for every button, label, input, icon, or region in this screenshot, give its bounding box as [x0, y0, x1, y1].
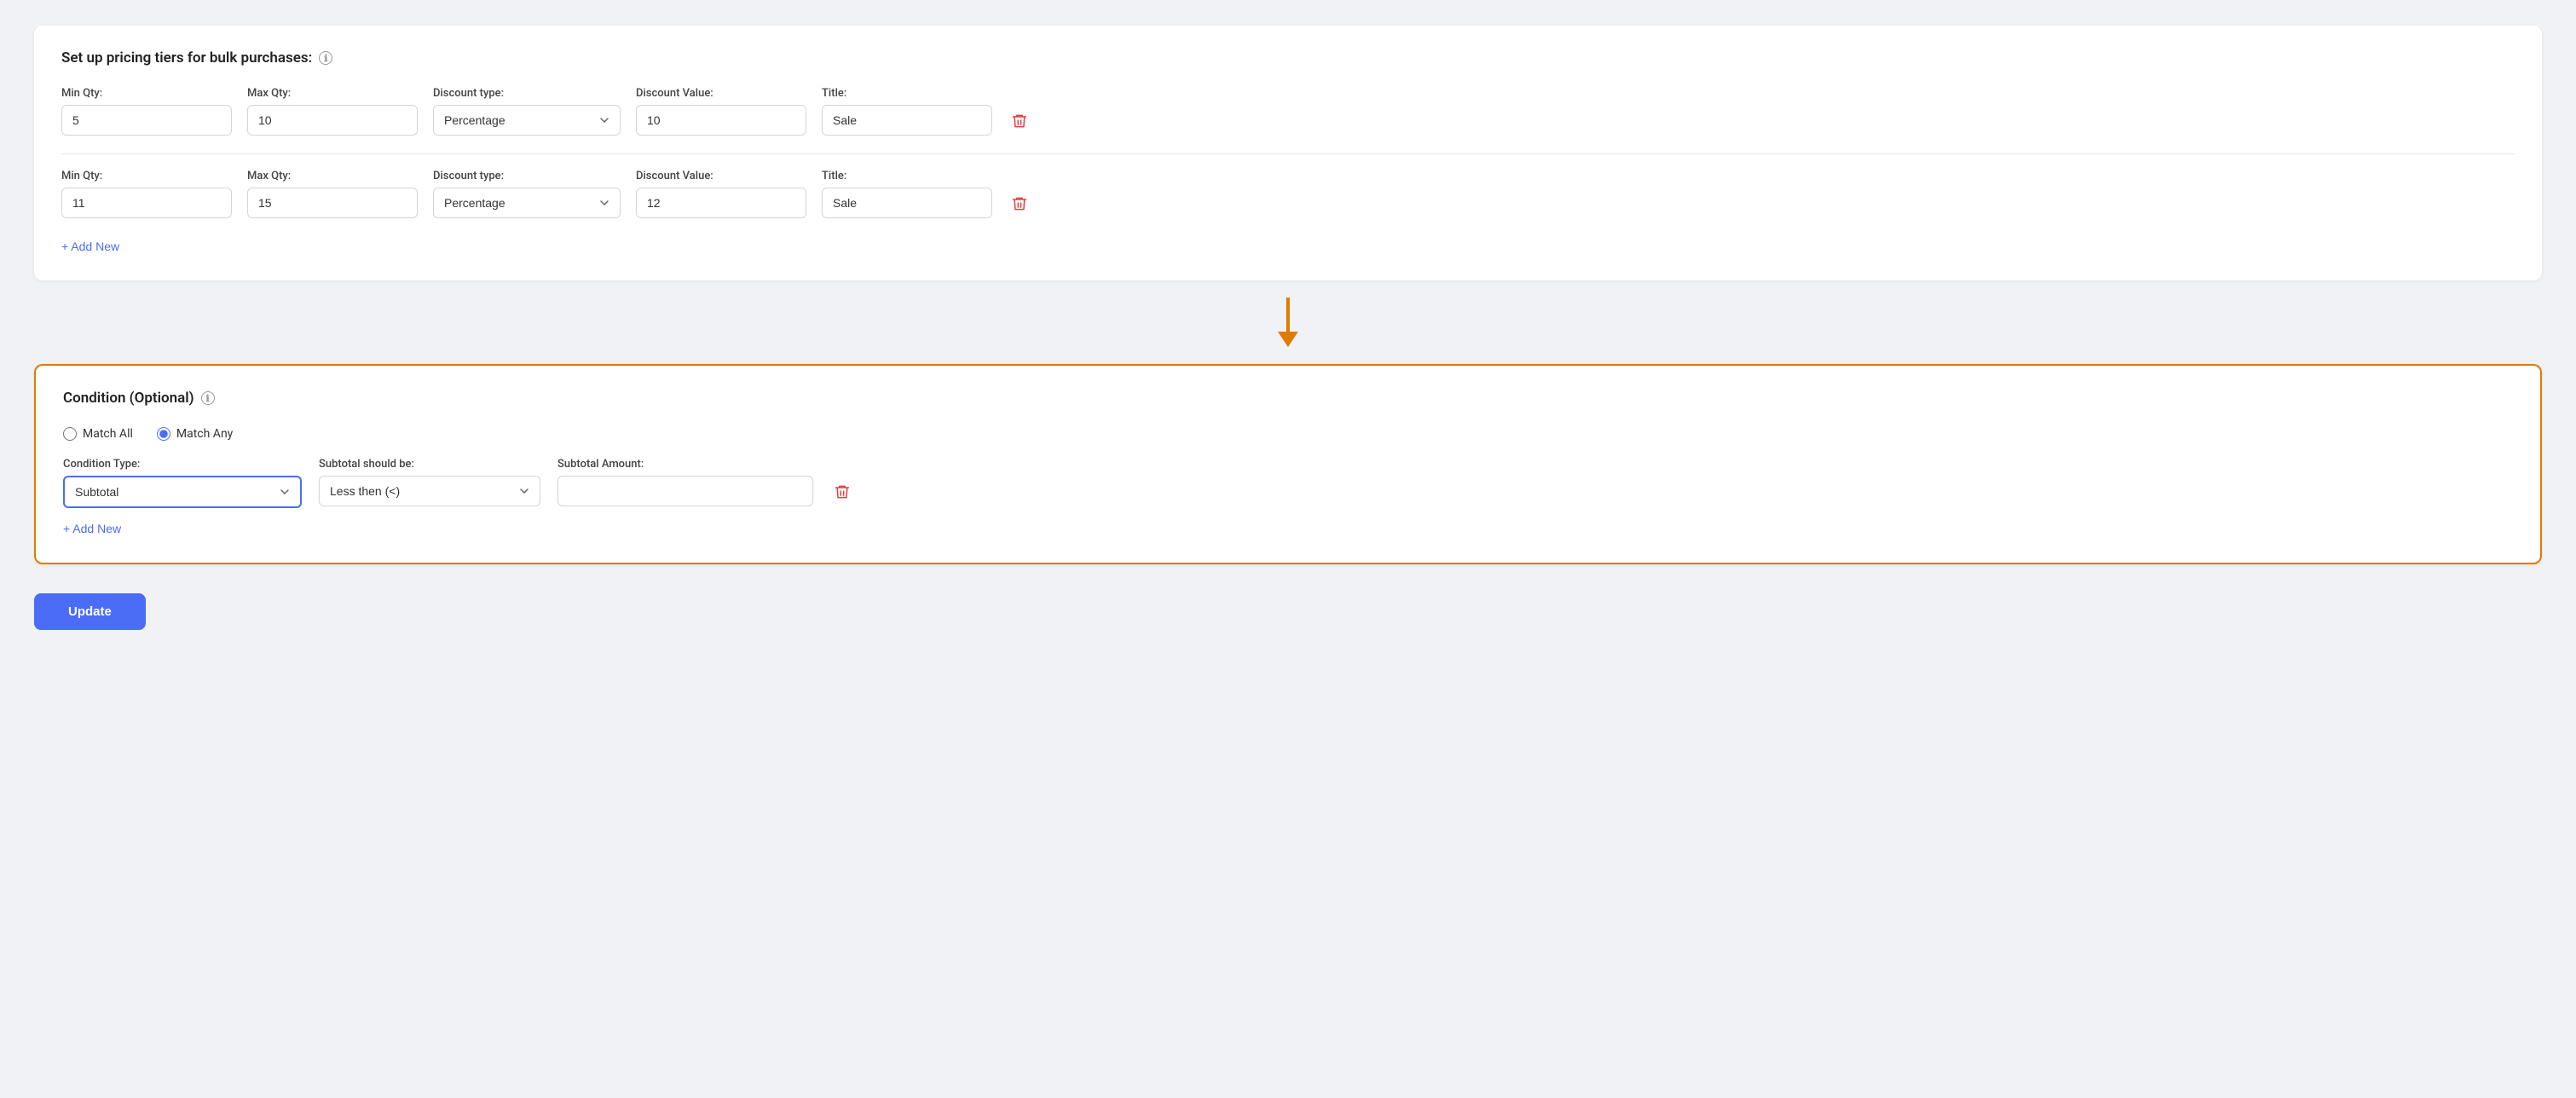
tier1-min-qty-input[interactable] [61, 105, 232, 136]
update-button[interactable]: Update [34, 593, 146, 630]
tier2-discount-type-label: Discount type: [433, 170, 621, 182]
condition-delete-button[interactable] [830, 477, 854, 507]
match-all-text: Match All [83, 427, 133, 441]
condition-info-icon[interactable]: ℹ [201, 391, 215, 405]
tier1-title-group: Title: [822, 87, 992, 136]
pricing-info-icon[interactable]: ℹ [319, 51, 332, 65]
tier1-title-input[interactable] [822, 105, 992, 136]
tier1-discount-type-label: Discount type: [433, 87, 621, 100]
tier2-max-qty-group: Max Qty: [247, 170, 418, 218]
tier2-discount-value-input[interactable] [636, 188, 806, 218]
tier2-title-group: Title: [822, 170, 992, 218]
tier1-delete-button[interactable] [1008, 106, 1031, 136]
condition-title: Condition (Optional) ℹ [63, 390, 2513, 407]
tier1-min-qty-label: Min Qty: [61, 87, 232, 100]
tier1-min-qty-group: Min Qty: [61, 87, 232, 136]
tier2-delete-button[interactable] [1008, 188, 1031, 219]
condition-add-new-button[interactable]: + Add New [63, 518, 121, 539]
tier2-max-qty-label: Max Qty: [247, 170, 418, 182]
tier2-discount-value-group: Discount Value: [636, 170, 806, 218]
condition-fields-row: Condition Type: Subtotal Item Count Weig… [63, 458, 2513, 508]
tier1-max-qty-input[interactable] [247, 105, 418, 136]
match-radio-group: Match All Match Any [63, 427, 2513, 441]
tier1-title-label: Title: [822, 87, 992, 100]
tier1-discount-value-input[interactable] [636, 105, 806, 136]
condition-type-label: Condition Type: [63, 458, 302, 471]
subtotal-should-be-label: Subtotal should be: [319, 458, 540, 471]
tier2-discount-type-group: Discount type: Percentage Fixed Amount [433, 170, 621, 218]
arrow-head [1278, 332, 1298, 347]
subtotal-amount-input[interactable] [557, 476, 813, 506]
pricing-title: Set up pricing tiers for bulk purchases:… [61, 49, 2515, 66]
tier2-title-label: Title: [822, 170, 992, 182]
tier1-discount-value-group: Discount Value: [636, 87, 806, 136]
tier2-min-qty-label: Min Qty: [61, 170, 232, 182]
tier1-max-qty-label: Max Qty: [247, 87, 418, 100]
condition-type-select[interactable]: Subtotal Item Count Weight [63, 476, 302, 508]
tier2-discount-type-select[interactable]: Percentage Fixed Amount [433, 188, 621, 218]
subtotal-amount-group: Subtotal Amount: [557, 458, 813, 506]
tier2-title-input[interactable] [822, 188, 992, 218]
tier1-discount-type-select[interactable]: Percentage Fixed Amount [433, 105, 621, 136]
tier1-max-qty-group: Max Qty: [247, 87, 418, 136]
down-arrow [1278, 298, 1298, 347]
subtotal-amount-label: Subtotal Amount: [557, 458, 813, 471]
tier1-discount-type-group: Discount type: Percentage Fixed Amount [433, 87, 621, 136]
pricing-add-new-button[interactable]: + Add New [61, 236, 119, 257]
condition-title-text: Condition (Optional) [63, 390, 194, 407]
trash-icon [1011, 195, 1028, 212]
update-button-label: Update [68, 604, 112, 619]
tier-separator [61, 153, 2515, 154]
arrow-shaft [1286, 298, 1290, 332]
match-all-radio-label[interactable]: Match All [63, 427, 133, 441]
condition-card: Condition (Optional) ℹ Match All Match A… [34, 364, 2542, 564]
match-all-radio[interactable] [63, 427, 77, 441]
pricing-title-text: Set up pricing tiers for bulk purchases: [61, 49, 312, 66]
pricing-add-new-label: + Add New [61, 240, 119, 253]
condition-add-new-label: + Add New [63, 522, 121, 535]
tier-row-2: Min Qty: Max Qty: Discount type: Percent… [61, 170, 2515, 219]
tier2-max-qty-input[interactable] [247, 188, 418, 218]
arrow-connector [34, 280, 2542, 364]
condition-type-group: Condition Type: Subtotal Item Count Weig… [63, 458, 302, 508]
tier1-discount-value-label: Discount Value: [636, 87, 806, 100]
trash-icon [1011, 113, 1028, 130]
subtotal-should-be-group: Subtotal should be: Less then (<) Greate… [319, 458, 540, 506]
tier2-discount-value-label: Discount Value: [636, 170, 806, 182]
tier2-min-qty-input[interactable] [61, 188, 232, 218]
match-any-radio-label[interactable]: Match Any [157, 427, 233, 441]
trash-icon [834, 483, 851, 500]
match-any-text: Match Any [176, 427, 233, 441]
pricing-tiers-card: Set up pricing tiers for bulk purchases:… [34, 26, 2542, 280]
subtotal-should-be-select[interactable]: Less then (<) Greater than (>) Equal to … [319, 476, 540, 506]
tier2-min-qty-group: Min Qty: [61, 170, 232, 218]
tier-row-1: Min Qty: Max Qty: Discount type: Percent… [61, 87, 2515, 136]
match-any-radio[interactable] [157, 427, 170, 441]
